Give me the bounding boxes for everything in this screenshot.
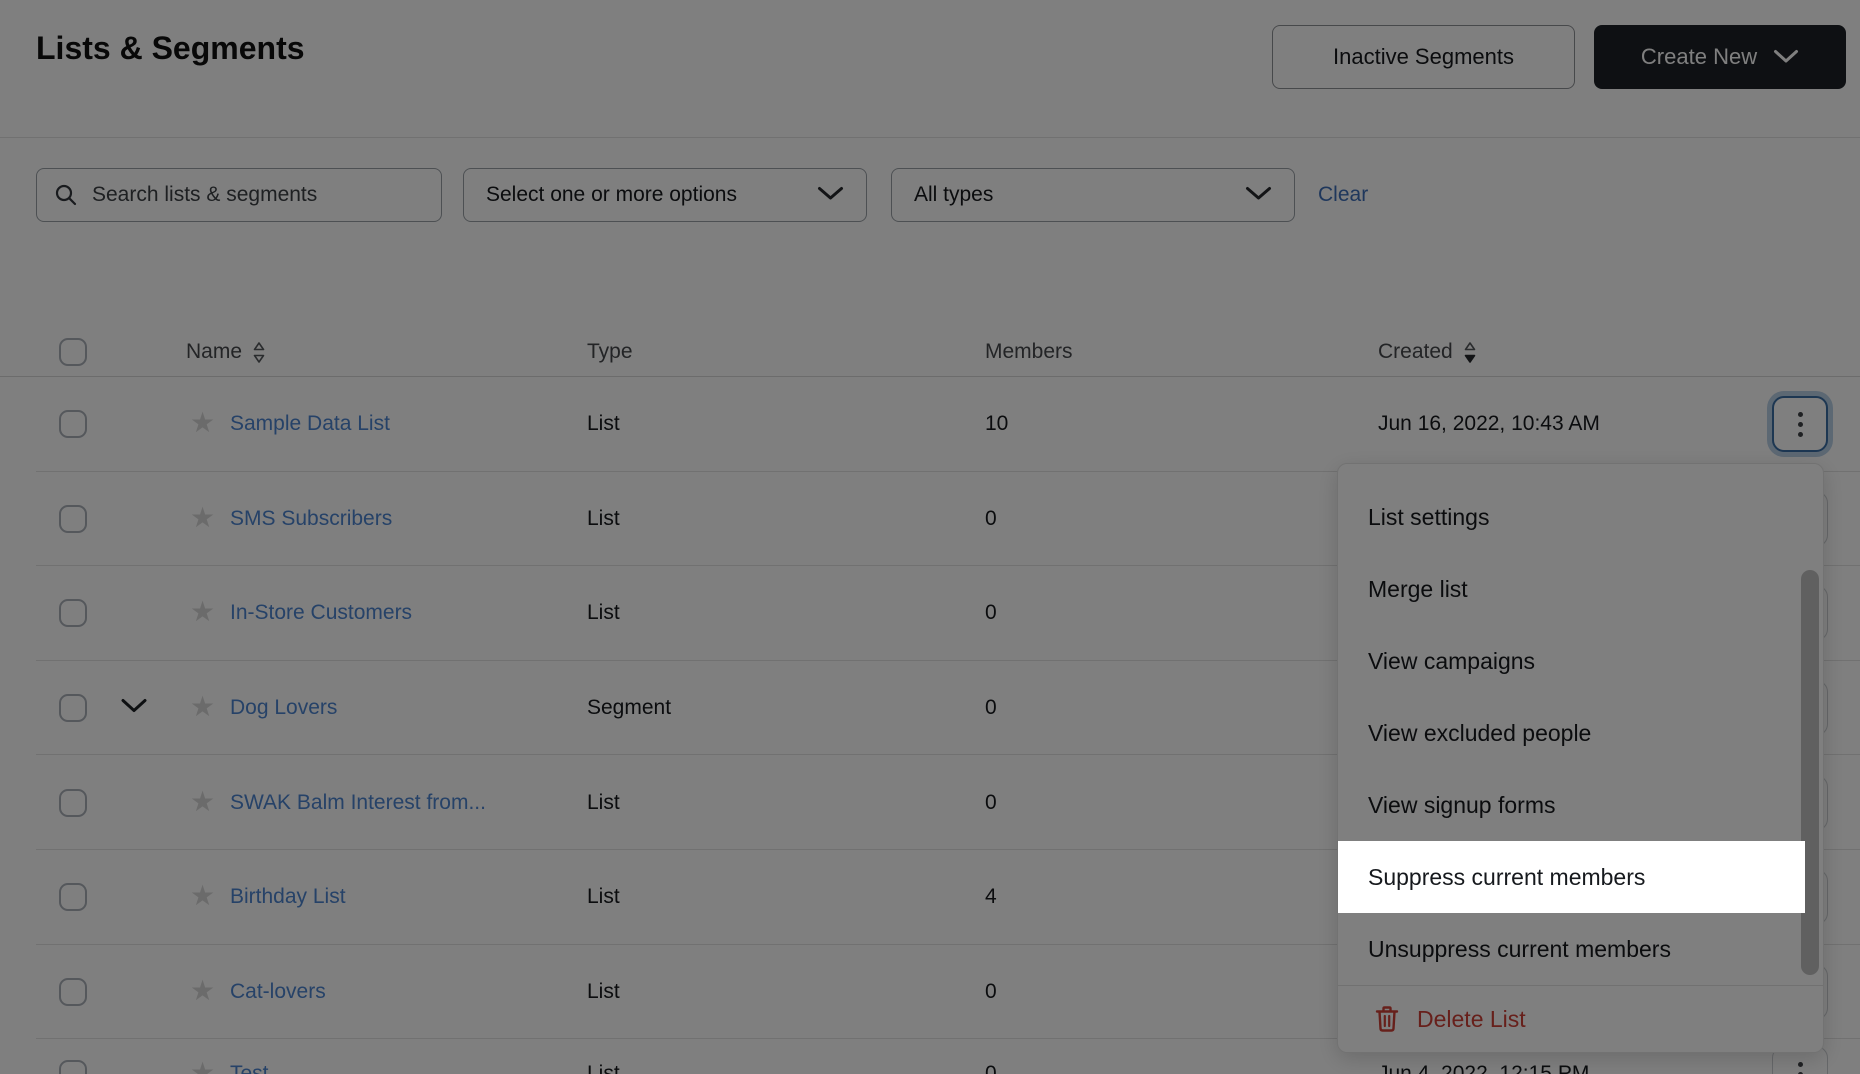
column-header-members[interactable]: Members — [985, 340, 1073, 364]
list-name-link[interactable]: SMS Subscribers — [230, 507, 392, 531]
row-checkbox[interactable] — [59, 978, 87, 1006]
row-members: 0 — [985, 791, 997, 815]
table-row: ★ Sample Data List List 10 Jun 16, 2022,… — [0, 377, 1860, 472]
star-icon[interactable]: ★ — [190, 504, 215, 532]
segment-name-link[interactable]: Dog Lovers — [230, 696, 337, 720]
row-members: 0 — [985, 696, 997, 720]
column-header-name[interactable]: Name — [186, 340, 266, 364]
row-checkbox[interactable] — [59, 410, 87, 438]
list-name-link[interactable]: Sample Data List — [230, 412, 390, 436]
row-members: 0 — [985, 980, 997, 1004]
table-header: Name Type Members Created — [0, 328, 1860, 376]
search-box[interactable] — [36, 168, 442, 222]
row-type: List — [587, 601, 620, 625]
expand-chevron-icon[interactable] — [120, 698, 148, 719]
row-members: 10 — [985, 412, 1008, 436]
type-filter-value: All types — [914, 183, 993, 207]
star-icon[interactable]: ★ — [190, 788, 215, 816]
star-icon[interactable]: ★ — [190, 882, 215, 910]
list-name-link[interactable]: SWAK Balm Interest from... — [230, 791, 486, 815]
menu-item-view-campaigns[interactable]: View campaigns — [1338, 625, 1805, 697]
column-header-type[interactable]: Type — [587, 340, 633, 364]
row-type: List — [587, 507, 620, 531]
menu-item-view-signup-forms[interactable]: View signup forms — [1338, 769, 1805, 841]
row-checkbox[interactable] — [59, 599, 87, 627]
star-icon[interactable]: ★ — [190, 693, 215, 721]
header-divider — [0, 137, 1860, 138]
row-actions-kebab-button[interactable] — [1772, 396, 1828, 452]
star-icon[interactable]: ★ — [190, 977, 215, 1005]
inactive-segments-label: Inactive Segments — [1333, 44, 1514, 70]
star-icon[interactable]: ★ — [190, 1059, 215, 1074]
sort-icon[interactable] — [252, 341, 266, 364]
row-type: List — [587, 791, 620, 815]
sort-desc-icon[interactable] — [1463, 341, 1477, 364]
row-checkbox[interactable] — [59, 1060, 87, 1074]
row-type: List — [587, 1062, 620, 1074]
trash-icon — [1374, 1005, 1400, 1033]
clear-filters-link[interactable]: Clear — [1318, 183, 1368, 207]
menu-item-unsuppress-current-members[interactable]: Unsuppress current members — [1338, 913, 1805, 985]
chevron-down-icon — [817, 183, 844, 207]
list-name-link[interactable]: Test — [230, 1062, 269, 1074]
row-checkbox[interactable] — [59, 694, 87, 722]
row-checkbox[interactable] — [59, 505, 87, 533]
row-actions-context-menu: List settings Merge list View campaigns … — [1337, 463, 1824, 1053]
row-created: Jun 16, 2022, 10:43 AM — [1378, 412, 1600, 436]
create-new-button[interactable]: Create New — [1594, 25, 1846, 89]
tags-filter-value: Select one or more options — [486, 183, 737, 207]
menu-item-delete-list[interactable]: Delete List — [1338, 986, 1823, 1052]
row-members: 4 — [985, 885, 997, 909]
list-name-link[interactable]: In-Store Customers — [230, 601, 412, 625]
row-members: 0 — [985, 1062, 997, 1074]
row-created: Jun 4, 2022, 12:15 PM — [1378, 1062, 1589, 1074]
chevron-down-icon — [1245, 183, 1272, 207]
tags-filter-select[interactable]: Select one or more options — [463, 168, 867, 222]
create-new-label: Create New — [1641, 44, 1757, 70]
row-type: List — [587, 412, 620, 436]
type-filter-select[interactable]: All types — [891, 168, 1295, 222]
list-name-link[interactable]: Birthday List — [230, 885, 346, 909]
chevron-down-icon — [1773, 44, 1799, 70]
menu-item-list-settings[interactable]: List settings — [1338, 481, 1805, 553]
list-name-link[interactable]: Cat-lovers — [230, 980, 326, 1004]
column-header-created[interactable]: Created — [1378, 340, 1477, 364]
delete-list-label: Delete List — [1417, 1006, 1526, 1033]
inactive-segments-button[interactable]: Inactive Segments — [1272, 25, 1575, 89]
filter-bar: Select one or more options All types Cle… — [0, 168, 1860, 222]
menu-scrollbar-thumb[interactable] — [1801, 570, 1819, 975]
lists-and-segments-page: Lists & Segments Inactive Segments Creat… — [0, 0, 1860, 1074]
menu-item-view-excluded-people[interactable]: View excluded people — [1338, 697, 1805, 769]
row-type: Segment — [587, 696, 671, 720]
row-type: List — [587, 885, 620, 909]
search-input[interactable] — [90, 182, 424, 208]
star-icon[interactable]: ★ — [190, 598, 215, 626]
row-members: 0 — [985, 601, 997, 625]
star-icon[interactable]: ★ — [190, 409, 215, 437]
menu-item-merge-list[interactable]: Merge list — [1338, 553, 1805, 625]
row-type: List — [587, 980, 620, 1004]
row-checkbox[interactable] — [59, 883, 87, 911]
page-title: Lists & Segments — [36, 30, 305, 67]
search-icon — [54, 183, 78, 207]
menu-item-suppress-current-members[interactable]: Suppress current members — [1338, 841, 1805, 913]
select-all-checkbox[interactable] — [59, 338, 87, 366]
context-menu-items: List settings Merge list View campaigns … — [1338, 481, 1823, 985]
row-members: 0 — [985, 507, 997, 531]
row-checkbox[interactable] — [59, 789, 87, 817]
